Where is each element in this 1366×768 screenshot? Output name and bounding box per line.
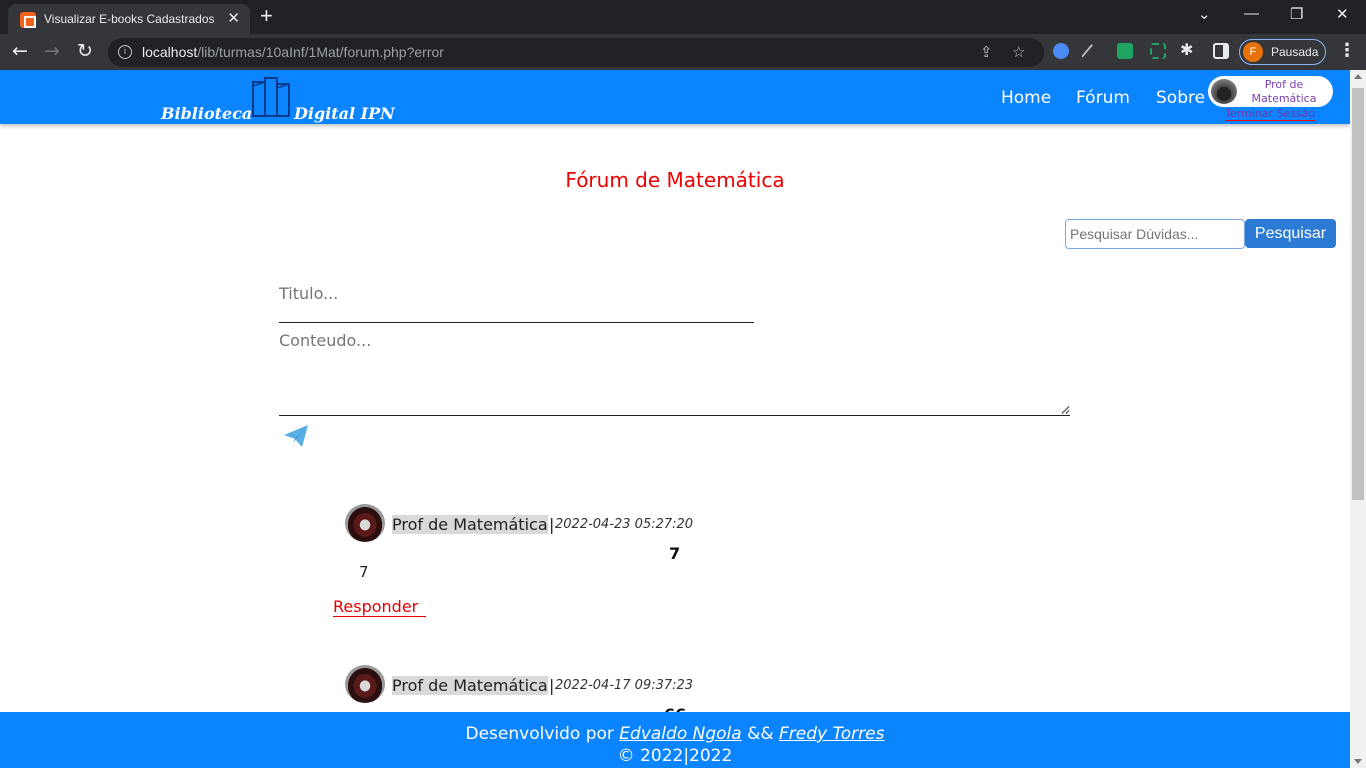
tab-close-icon[interactable]: ✕ (227, 9, 240, 27)
forum-post: Prof de Matemática | 2022-04-23 05:27:20… (333, 504, 833, 620)
post-body: 7 (359, 563, 369, 581)
scroll-down-arrow-icon[interactable] (1354, 759, 1362, 764)
sheets-extension-icon[interactable] (1117, 43, 1133, 59)
post-separator: | (549, 676, 555, 695)
tab-search-icon[interactable]: ⌄ (1198, 5, 1211, 23)
pen-extension-icon[interactable] (1081, 43, 1094, 59)
copyright: © 2022|2022 (617, 746, 733, 766)
restore-button[interactable]: ❐ (1290, 5, 1303, 23)
forward-arrow-icon[interactable]: → (44, 40, 60, 62)
close-window-button[interactable]: ✕ (1336, 5, 1349, 23)
reply-link[interactable]: Responder (333, 597, 427, 617)
address-bar[interactable]: i localhost/lib/turmas/10aInf/1Mat/forum… (108, 38, 1044, 67)
brand-text-right[interactable]: Digital IPN (294, 104, 395, 123)
bookmark-star-icon[interactable]: ☆ (1012, 43, 1025, 61)
post-date: 2022-04-23 05:27:20 (555, 517, 694, 532)
search-input[interactable] (1065, 219, 1245, 249)
scroll-up-arrow-icon[interactable] (1354, 74, 1362, 79)
browser-tab-bar: Visualizar E-books Cadastrados ✕ + ⌄ — ❐… (0, 0, 1366, 34)
back-arrow-icon[interactable]: ← (12, 40, 28, 62)
post-title: 7 (669, 544, 681, 563)
browser-toolbar: ← → ↻ i localhost/lib/turmas/10aInf/1Mat… (0, 34, 1366, 70)
brand-text-left[interactable]: Biblioteca (161, 104, 252, 123)
search-button[interactable]: Pesquisar (1245, 219, 1336, 248)
post-separator: | (549, 515, 555, 534)
url-text: localhost/lib/turmas/10aInf/1Mat/forum.p… (142, 44, 444, 60)
browser-tab[interactable]: Visualizar E-books Cadastrados ✕ (8, 4, 250, 34)
extensions-puzzle-icon[interactable]: ✱ (1180, 40, 1193, 59)
user-avatar (1211, 79, 1237, 104)
xampp-favicon-icon (20, 12, 36, 28)
author-link-edvaldo[interactable]: Edvaldo Ngola (619, 724, 741, 744)
books-logo-icon[interactable] (250, 72, 294, 120)
logout-link[interactable]: Terminar Sessão (1225, 107, 1316, 121)
nav-sobre[interactable]: Sobre (1156, 88, 1205, 108)
page-scrollbar[interactable] (1350, 70, 1366, 768)
site-footer: Desenvolvido por Edvaldo Ngola && Fredy … (0, 712, 1350, 768)
capture-extension-icon[interactable] (1150, 43, 1166, 59)
post-date: 2022-04-17 09:37:23 (555, 678, 694, 693)
site-info-icon[interactable]: i (118, 45, 132, 59)
nav-home[interactable]: Home (1001, 88, 1051, 108)
new-tab-button[interactable]: + (260, 3, 273, 29)
post-content-textarea[interactable] (279, 330, 1070, 416)
author-link-fredy[interactable]: Fredy Torres (779, 724, 884, 744)
profile-avatar: F (1243, 42, 1263, 62)
resize-grip-icon[interactable] (1061, 405, 1070, 414)
credits-joiner: && (747, 724, 774, 744)
user-name: Prof de Matemática (1251, 78, 1317, 105)
site-header: Biblioteca Digital IPN Home Fórum Sobre … (0, 70, 1350, 124)
profile-status: Pausada (1271, 45, 1319, 59)
author-avatar (345, 504, 385, 542)
side-panel-icon[interactable] (1213, 43, 1229, 59)
author-avatar (345, 665, 385, 703)
credits-prefix: Desenvolvido por (465, 724, 614, 744)
download-extension-icon[interactable] (1053, 43, 1069, 59)
post-title-input[interactable] (279, 262, 754, 323)
page-title: Fórum de Matemática (565, 168, 785, 192)
browser-menu-icon[interactable]: ⋮ (1338, 40, 1356, 61)
paper-plane-icon[interactable] (283, 424, 309, 448)
user-chip[interactable]: Prof de Matemática (1208, 76, 1333, 107)
nav-forum[interactable]: Fórum (1076, 88, 1130, 108)
credits-line: Desenvolvido por Edvaldo Ngola && Fredy … (0, 724, 1350, 744)
post-author: Prof de Matemática (392, 515, 548, 534)
tab-title: Visualizar E-books Cadastrados (44, 12, 215, 26)
post-author: Prof de Matemática (392, 676, 548, 695)
profile-button[interactable]: F Pausada (1239, 39, 1326, 65)
reload-icon[interactable]: ↻ (77, 40, 93, 62)
scroll-thumb[interactable] (1352, 88, 1364, 500)
minimize-button[interactable]: — (1244, 5, 1259, 22)
share-icon[interactable]: ⇪ (980, 43, 993, 61)
